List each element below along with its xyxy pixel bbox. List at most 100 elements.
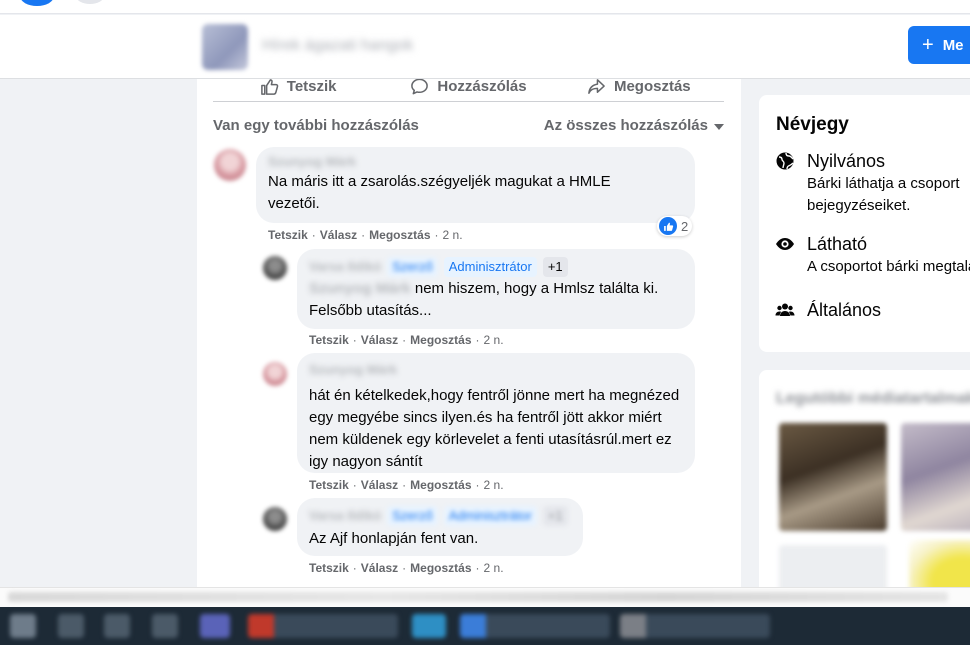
comment-like-link[interactable]: Tetszik [268,228,308,242]
post-action-bar: Tetszik Hozzászólás Megosztás [213,79,724,102]
comment-action-button[interactable]: Hozzászólás [383,79,553,101]
like-reaction-icon [659,217,677,235]
about-card: Névjegy Nyilvános Bárki láthatja a csopo… [759,95,970,352]
comments-header: Van egy további hozzászólás Az összes ho… [213,117,724,134]
recent-media-title: Legutóbbi médiatartalmak [776,390,970,407]
comment-share-link[interactable]: Megosztás [410,333,471,347]
about-item-title: Látható [807,234,868,254]
nav-search-icon[interactable] [76,0,104,4]
os-taskbar [0,607,970,645]
comment-text: Az Ajf honlapján fent van. [309,530,479,547]
avatar[interactable] [214,149,246,181]
comment-timestamp[interactable]: 2 n. [484,478,504,492]
facebook-logo-icon[interactable] [20,0,54,6]
share-icon [588,79,605,94]
avatar[interactable] [263,256,287,280]
globe-icon [776,152,794,170]
taskbar-app-icon[interactable] [200,614,230,638]
start-button-icon[interactable] [10,614,36,638]
comment-author-row: Varsa Ildikó Szerző Adminisztrátor +1 [309,506,571,526]
comment-share-link[interactable]: Megosztás [410,478,471,492]
comment-icon [411,79,429,94]
comment-bubble: Varsa Ildikó Szerző Adminisztrátor +1 Az… [297,498,583,556]
comment-meta: Tetszik · Válasz · Megosztás · 2 n. [268,228,463,242]
comment-share-link[interactable]: Megosztás [410,561,471,575]
task-view-icon[interactable] [104,614,130,638]
comment-bubble: Varsa Ildikó Szerző Adminisztrátor +1 Sz… [297,249,695,329]
eye-icon [776,238,794,250]
about-title: Névjegy [776,114,849,135]
about-item-discoverability: Látható A csoportot bárki megtalálhatja. [775,232,970,278]
group-thumbnail[interactable] [202,24,248,70]
caret-down-icon [714,123,724,130]
admin-badge: Adminisztrátor [443,257,537,277]
comment-body: Szunyog Márk nem hiszem, hogy a Hmlsz ta… [309,278,683,322]
comment-reply-link[interactable]: Válasz [320,228,357,242]
comment-like-link[interactable]: Tetszik [309,478,349,492]
avatar[interactable] [263,362,287,386]
more-badges[interactable]: +1 [542,506,568,526]
comment-author[interactable]: Szunyog Márk [268,153,683,171]
more-badges[interactable]: +1 [542,257,568,277]
like-action-label: Tetszik [286,79,337,95]
comment-timestamp[interactable]: 2 n. [443,228,463,242]
like-icon [260,79,279,95]
comment-mention[interactable]: Szunyog Márk [309,280,411,297]
share-action-button[interactable]: Megosztás [554,79,724,101]
top-nav-bar [0,0,970,14]
comment-reply-link[interactable]: Válasz [361,333,398,347]
comment-text: hát én kételkedek,hogy fentről jönne mer… [309,387,680,470]
admin-badge: Adminisztrátor [443,506,537,526]
post-card: Tetszik Hozzászólás Megosztás Van egy to… [197,79,741,609]
browser-status-bar [0,587,970,607]
comment-author-row: Varsa Ildikó Szerző Adminisztrátor +1 [309,257,683,277]
taskbar-window-button[interactable] [248,614,398,638]
comment-reply-link[interactable]: Válasz [361,478,398,492]
comment-reply-link[interactable]: Válasz [361,561,398,575]
author-badge: Szerző [387,257,438,277]
reaction-summary[interactable]: 2 [657,216,693,236]
comment-author[interactable]: Varsa Ildikó [309,505,381,527]
people-icon [775,303,795,316]
comment-like-link[interactable]: Tetszik [309,561,349,575]
comment-timestamp[interactable]: 2 n. [484,333,504,347]
like-action-button[interactable]: Tetszik [213,79,383,101]
author-badge: Szerző [387,506,438,526]
comment-action-label: Hozzászólás [437,79,527,95]
comment-share-link[interactable]: Megosztás [369,228,430,242]
comment-filter-dropdown[interactable]: Az összes hozzászólás [544,117,724,134]
about-item-desc: Bárki láthatja a csoport bejegyzéseiket. [807,175,960,214]
taskbar-app-icon[interactable] [412,614,446,638]
comment-author[interactable]: Varsa Ildikó [309,256,381,278]
taskbar-window-button[interactable] [460,614,610,638]
reaction-count: 2 [681,218,689,234]
share-action-label: Megosztás [613,79,691,95]
recent-media-card: Legutóbbi médiatartalmak [759,370,970,610]
media-thumbnail[interactable] [779,423,887,531]
comment-text: Na máris itt a zsarolás.szégyeljék maguk… [268,173,611,212]
plus-icon: + [922,34,934,56]
about-item-visibility: Nyilvános Bárki láthatja a csoport bejeg… [775,149,970,217]
about-item-title: Általános [807,300,882,320]
group-name[interactable]: Hírek ágazati hangok [262,37,413,55]
group-header: Hírek ágazati hangok + Me [0,15,970,79]
search-icon[interactable] [58,614,84,638]
avatar[interactable] [263,507,287,531]
about-item-category: Általános [775,298,881,322]
new-post-button-label: Me [942,36,964,54]
comment-meta: Tetszik · Válasz · Megosztás · 2 n. [309,478,504,492]
about-item-title: Nyilvános [807,151,886,171]
status-url-text [8,592,948,602]
about-item-desc: A csoportot bárki megtalálhatja. [807,258,970,275]
taskbar-app-icon[interactable] [152,614,178,638]
comment-timestamp[interactable]: 2 n. [484,561,504,575]
comment-author[interactable]: Szunyog Márk [309,361,683,381]
view-more-comments-link[interactable]: Van egy további hozzászólás [213,117,419,134]
comment-like-link[interactable]: Tetszik [309,333,349,347]
taskbar-window-button[interactable] [620,614,770,638]
media-thumbnail[interactable] [901,423,970,531]
comment-bubble: Szunyog Márk Na máris itt a zsarolás.szé… [256,147,695,223]
comment-filter-label: Az összes hozzászólás [543,117,708,134]
new-post-button[interactable]: + Me [908,26,970,64]
comment-meta: Tetszik · Válasz · Megosztás · 2 n. [309,333,504,347]
